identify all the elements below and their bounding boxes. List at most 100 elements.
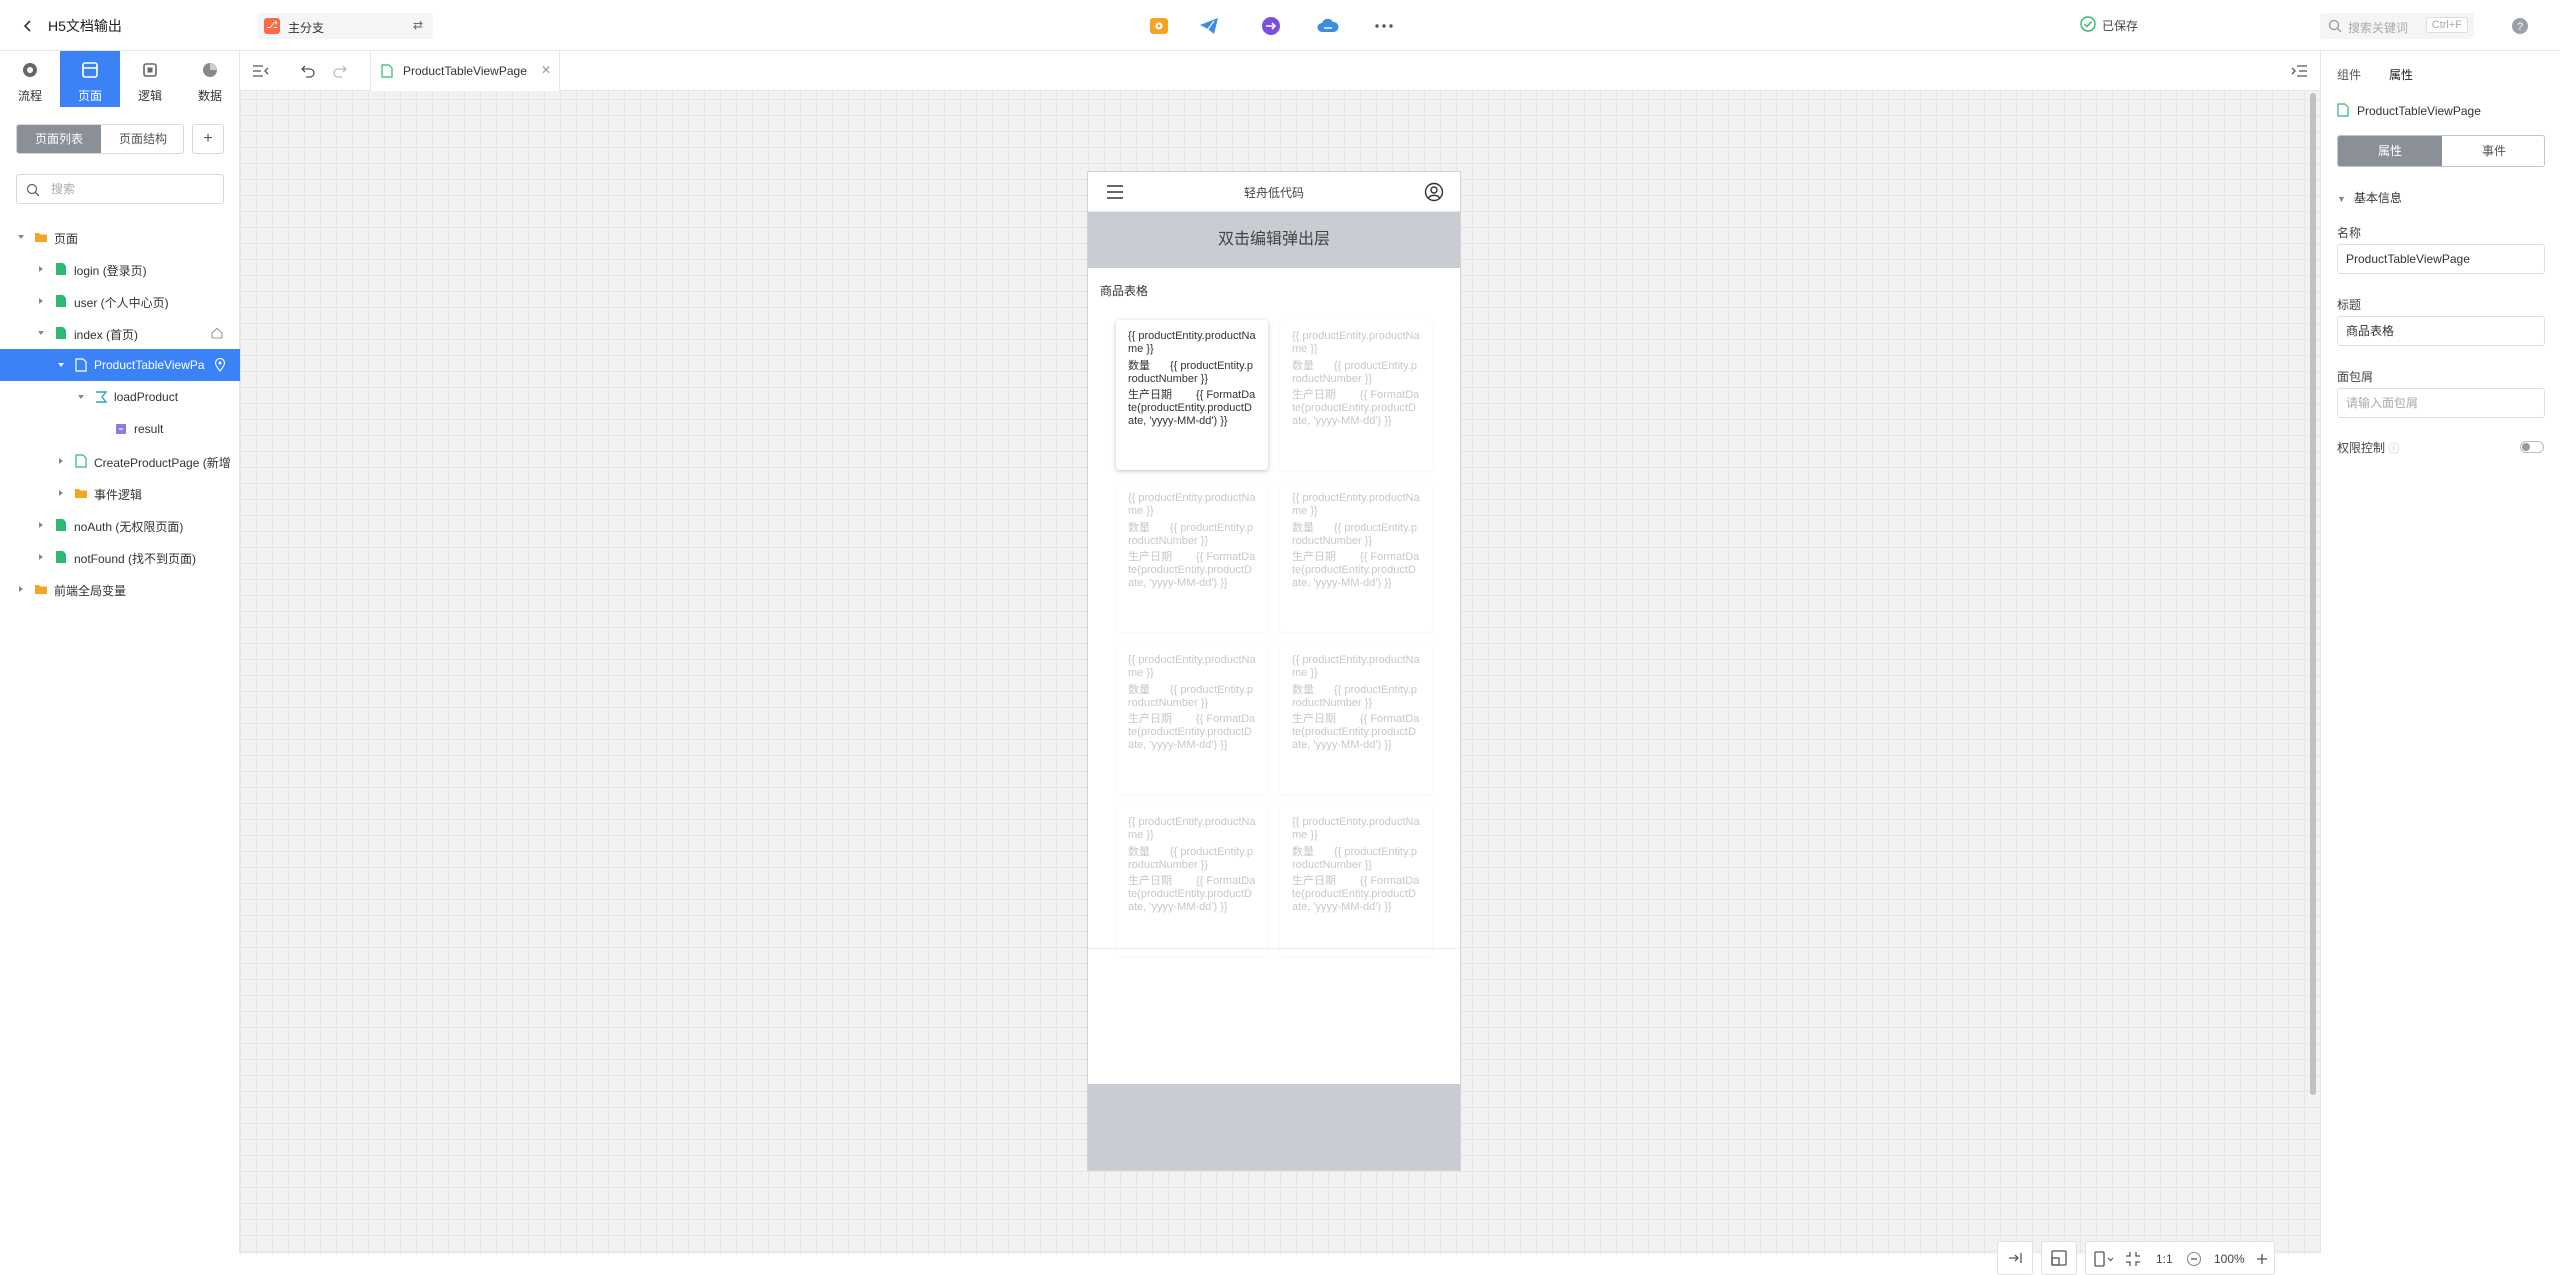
card-date-label: 生产日期 (1292, 389, 1336, 401)
page-view-switch: 页面列表 页面结构 (16, 124, 184, 154)
tree-item-load-product[interactable]: loadProduct (0, 381, 240, 413)
caret-right-icon[interactable] (57, 489, 65, 497)
folder-icon (34, 230, 48, 244)
collapse-panel-icon[interactable] (252, 63, 269, 79)
page-search-input[interactable] (51, 180, 211, 198)
fit-icon[interactable] (1997, 1241, 2033, 1275)
more-icon[interactable] (1373, 15, 1395, 37)
branch-selector[interactable]: ⎇ 主分支 ⇄ (258, 13, 433, 39)
zoom-in-icon[interactable] (2254, 1251, 2270, 1267)
segment-properties[interactable]: 属性 (2338, 136, 2442, 166)
tree-item-global-vars[interactable]: 前端全局变量 (0, 573, 240, 605)
tab-flow[interactable]: 流程 (0, 51, 60, 107)
auth-control-text: 权限控制 (2337, 441, 2386, 455)
breadcrumb-field[interactable]: 请输入面包屑 (2337, 388, 2545, 418)
title-field[interactable]: 商品表格 (2337, 316, 2545, 346)
caret-right-icon[interactable] (17, 585, 25, 593)
tab-logic[interactable]: 逻辑 (120, 51, 180, 107)
popup-layer-placeholder[interactable]: 双击编辑弹出层 (1088, 212, 1460, 268)
section-basic-info-label: 基本信息 (2353, 191, 2402, 205)
undo-icon[interactable] (300, 63, 316, 79)
card-date-label: 生产日期 (1128, 713, 1172, 725)
product-card[interactable]: {{ productEntity.productName }} 数量{{ pro… (1116, 320, 1268, 470)
caret-down-icon[interactable] (37, 329, 45, 337)
tree-item-not-found[interactable]: notFound (找不到页面) (0, 541, 240, 573)
caret-down-icon[interactable] (57, 361, 65, 369)
zoom-out-icon[interactable] (2186, 1251, 2202, 1267)
card-date-label: 生产日期 (1128, 551, 1172, 563)
section-basic-info[interactable]: ▼ 基本信息 (2337, 189, 2402, 206)
mobile-dropdown-icon[interactable] (2092, 1250, 2116, 1268)
auth-control-toggle[interactable] (2520, 441, 2544, 453)
caret-down-icon: ▼ (2337, 194, 2346, 204)
export-icon[interactable] (1260, 15, 1282, 37)
tab-product-table-view-page[interactable]: ProductTableViewPage ✕ (370, 51, 560, 91)
branch-icon: ⎇ (264, 18, 280, 34)
tab-data[interactable]: 数据 (180, 51, 240, 107)
back-icon[interactable] (18, 16, 38, 36)
phone-preview[interactable]: 轻舟低代码 双击编辑弹出层 商品表格 {{ productEntity.prod… (1087, 171, 1461, 1171)
segment-events[interactable]: 事件 (2442, 136, 2544, 166)
phone-footer[interactable] (1088, 1084, 1460, 1170)
shrink-icon[interactable] (2124, 1250, 2142, 1268)
tree-item-pages[interactable]: 页面 (0, 221, 240, 253)
tab-page[interactable]: 页面 (60, 51, 120, 107)
user-icon[interactable] (1424, 182, 1444, 202)
card-qty-label: 数量 (1292, 684, 1314, 696)
card-product-name: {{ productEntity.productName }} (1128, 816, 1256, 841)
phone-header-title: 轻舟低代码 (1243, 186, 1304, 200)
segment-page-structure[interactable]: 页面结构 (101, 125, 183, 153)
caret-right-icon[interactable] (37, 297, 45, 305)
phone-header[interactable]: 轻舟低代码 (1088, 172, 1460, 212)
list-divider (1088, 948, 1460, 949)
card-qty-label: 数量 (1292, 522, 1314, 534)
publish-icon[interactable] (1198, 15, 1220, 37)
page-search (16, 174, 224, 204)
tree-item-event-logic[interactable]: 事件逻辑 (0, 477, 240, 509)
zoom-percent: 100% (2214, 1252, 2245, 1266)
device-icon[interactable] (2041, 1241, 2077, 1275)
tab-properties[interactable]: 属性 (2389, 66, 2413, 83)
segment-page-list[interactable]: 页面列表 (17, 125, 101, 153)
redo-icon[interactable] (332, 63, 348, 79)
tree-item-no-auth[interactable]: noAuth (无权限页面) (0, 509, 240, 541)
switch-icon[interactable]: ⇄ (413, 18, 423, 32)
close-tab-icon[interactable]: ✕ (541, 63, 551, 77)
caret-down-icon[interactable] (17, 233, 25, 241)
tree-item-user[interactable]: user (个人中心页) (0, 285, 240, 317)
preview-icon[interactable] (1148, 15, 1170, 37)
tree-item-result[interactable]: result (0, 413, 240, 445)
product-card: {{ productEntity.productName }} 数量{{ pro… (1280, 644, 1432, 794)
properties-panel: 组件 属性 ProductTableViewPage 属性 事件 ▼ 基本信息 名… (2320, 51, 2560, 1254)
cloud-icon[interactable] (1316, 15, 1339, 37)
tree-item-index[interactable]: index (首页) (0, 317, 240, 349)
caret-right-icon[interactable] (37, 553, 45, 561)
tree-item-product-table-view-page[interactable]: ProductTableViewPa (0, 349, 240, 381)
tab-logic-label: 逻辑 (137, 89, 162, 103)
tree-item-label: index (首页) (74, 328, 139, 342)
expand-panel-icon[interactable] (2290, 63, 2307, 79)
product-card: {{ productEntity.productName }} 数量{{ pro… (1280, 320, 1432, 470)
zoom-ratio[interactable]: 1:1 (2156, 1252, 2173, 1266)
caret-down-icon[interactable] (77, 393, 85, 401)
name-field[interactable]: ProductTableViewPage (2337, 244, 2545, 274)
tree-item-create-product-page[interactable]: CreateProductPage (新增 (0, 445, 240, 477)
logic-node-icon (94, 390, 108, 404)
selected-component-name: ProductTableViewPage (2357, 104, 2481, 118)
caret-right-icon[interactable] (57, 457, 65, 465)
caret-right-icon[interactable] (37, 265, 45, 273)
tree-item-login[interactable]: login (登录页) (0, 253, 240, 285)
tab-components[interactable]: 组件 (2337, 66, 2361, 83)
page-icon (81, 61, 99, 79)
card-product-name: {{ productEntity.productName }} (1292, 492, 1420, 517)
card-qty-label: 数量 (1128, 522, 1150, 534)
page-file-icon (54, 550, 68, 564)
card-qty-label: 数量 (1128, 846, 1150, 858)
global-search[interactable]: 搜索关键词 Ctrl+F (2320, 13, 2474, 39)
canvas-scrollbar[interactable] (2310, 93, 2316, 1095)
help-icon[interactable]: ? (2510, 16, 2530, 36)
add-page-button[interactable]: + (192, 124, 224, 154)
card-product-name: {{ productEntity.productName }} (1128, 330, 1256, 355)
caret-right-icon[interactable] (37, 521, 45, 529)
card-qty-label: 数量 (1292, 360, 1314, 372)
